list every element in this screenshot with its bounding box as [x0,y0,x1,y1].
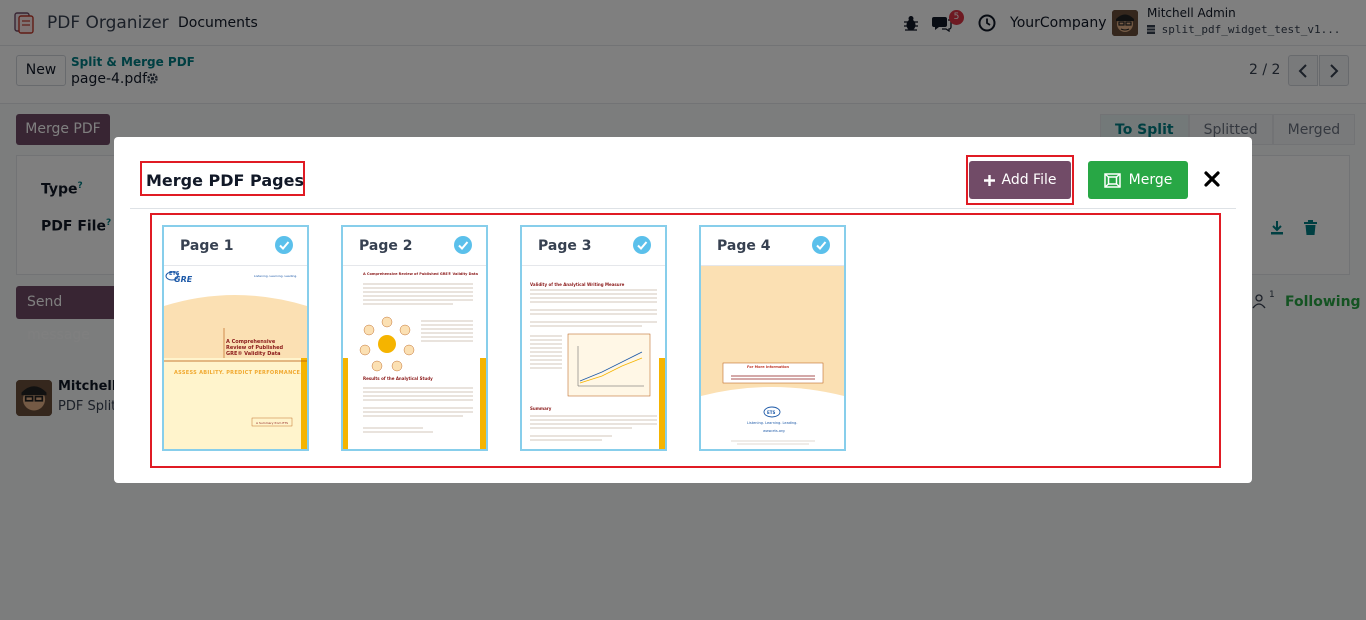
page-card[interactable]: Page 4 For More Information ETS Listenin… [699,225,846,451]
check-circle-icon[interactable] [275,236,293,254]
plus-icon [983,174,995,186]
check-circle-icon[interactable] [633,236,651,254]
page-card[interactable]: Page 2 A Comprehensive Review of Publish… [341,225,488,451]
thumb-slogan: ASSESS ABILITY. PREDICT PERFORMANCE. [174,370,303,376]
thumbnail-text-page-art [343,266,486,449]
page-label: Page 1 [180,238,234,254]
add-file-button[interactable]: Add File [969,161,1071,199]
close-icon[interactable] [1203,170,1221,188]
thumb-tagline: Listening. Learning. Leading. [254,274,298,278]
page-card[interactable]: Page 1 ETS GRE Listening. Learning. Lead… [162,225,309,451]
thumb-footer: A Summary from ETS [256,421,289,425]
pages-highlight-box [150,213,1221,468]
thumb-section-title: Results of the Analytical Study [363,376,433,381]
merge-pages-icon [1103,172,1121,188]
thumb-info-title: For More Information [747,365,790,369]
thumb-logo: ETS [767,410,776,415]
page-label: Page 3 [538,238,592,254]
thumb-section-title: Summary [530,406,552,411]
page-label: Page 4 [717,238,771,254]
check-circle-icon[interactable] [454,236,472,254]
thumb-cover-title: A Comprehensive Review of Published GRE®… [226,339,284,357]
page-label: Page 2 [359,238,413,254]
page-thumbnail: A Comprehensive Review of Published GRE®… [343,265,486,449]
thumbnail-chart-page-art [522,266,665,449]
check-circle-icon[interactable] [812,236,830,254]
merge-label: Merge [1128,172,1173,188]
page-thumbnail: ETS GRE Listening. Learning. Leading. A … [164,265,307,449]
modal-title: Merge PDF Pages [146,171,304,190]
page-thumbnail: For More Information ETS Listening. Lear… [701,265,844,449]
thumb-page-title: A Comprehensive Review of Published GRE®… [363,272,478,276]
modal-header-divider [130,208,1236,209]
thumb-page-title: Validity of the Analytical Writing Measu… [530,282,625,287]
thumb-brand: GRE [174,275,193,284]
add-file-label: Add File [1001,172,1057,188]
merge-button[interactable]: Merge [1088,161,1188,199]
page-card[interactable]: Page 3 Validity of the Analytical Writin… [520,225,667,451]
page-thumbnail: Validity of the Analytical Writing Measu… [522,265,665,449]
thumb-url: www.ets.org [763,429,785,433]
thumb-tagline: Listening. Learning. Leading. [747,421,798,425]
